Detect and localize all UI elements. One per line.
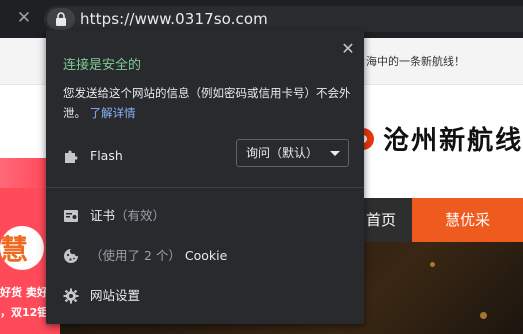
site-brand[interactable]: 沧州新航线 (352, 120, 523, 156)
flash-label: Flash (90, 148, 123, 163)
url-text[interactable]: https://www.0317so.com (80, 6, 268, 32)
site-info-button[interactable] (47, 8, 75, 30)
hero-light (480, 312, 487, 319)
gear-icon (63, 288, 79, 304)
brand-name: 沧州新航线 (383, 126, 523, 156)
promo-logo-text: 慧 (0, 233, 29, 266)
certificate-label: 证书（有效） (90, 198, 165, 234)
close-icon[interactable]: ✕ (15, 9, 33, 27)
nav-home[interactable]: 首页 (366, 198, 396, 242)
cookie-count: （使用了 2 个） (90, 248, 181, 263)
address-bar[interactable]: https://www.0317so.com (44, 6, 523, 32)
promo-text: ，双12钜 (0, 306, 49, 319)
notice-text: 海中的一条新航线！ (366, 55, 465, 68)
chevron-down-icon (330, 151, 340, 156)
puzzle-icon (65, 150, 78, 163)
connection-secure-description: 您发送给这个网站的信息（例如密码或信用卡号）不会外泄。 了解详情 (63, 83, 359, 123)
cookie-text: Cookie (184, 248, 228, 263)
cookie-row[interactable]: （使用了 2 个） Cookie (46, 238, 364, 274)
certificate-status: （有效） (115, 208, 166, 223)
flash-select-value: 询问（默认） (246, 146, 319, 160)
promo-text: 好货 卖好 (0, 286, 48, 299)
certificate-text: 证书 (90, 208, 116, 223)
connection-secure-title: 连接是安全的 (63, 58, 142, 73)
certificate-row[interactable]: 证书（有效） (46, 198, 364, 234)
site-settings-row[interactable]: 网站设置 (46, 278, 364, 314)
cookie-label: （使用了 2 个） Cookie (90, 238, 227, 274)
site-settings-label: 网站设置 (90, 288, 141, 303)
nav-huiyoucai[interactable]: 慧优采 (412, 198, 523, 242)
certificate-icon (64, 210, 78, 222)
close-icon[interactable]: ✕ (340, 41, 356, 57)
flash-permission-select[interactable]: 询问（默认） (236, 139, 349, 167)
learn-more-link[interactable]: 了解详情 (90, 106, 136, 120)
divider (46, 187, 364, 188)
site-info-popup: ✕ 连接是安全的 您发送给这个网站的信息（例如密码或信用卡号）不会外泄。 了解详… (46, 30, 364, 324)
cookie-icon (64, 249, 78, 263)
lock-icon (56, 12, 66, 26)
hero-light (430, 262, 435, 267)
